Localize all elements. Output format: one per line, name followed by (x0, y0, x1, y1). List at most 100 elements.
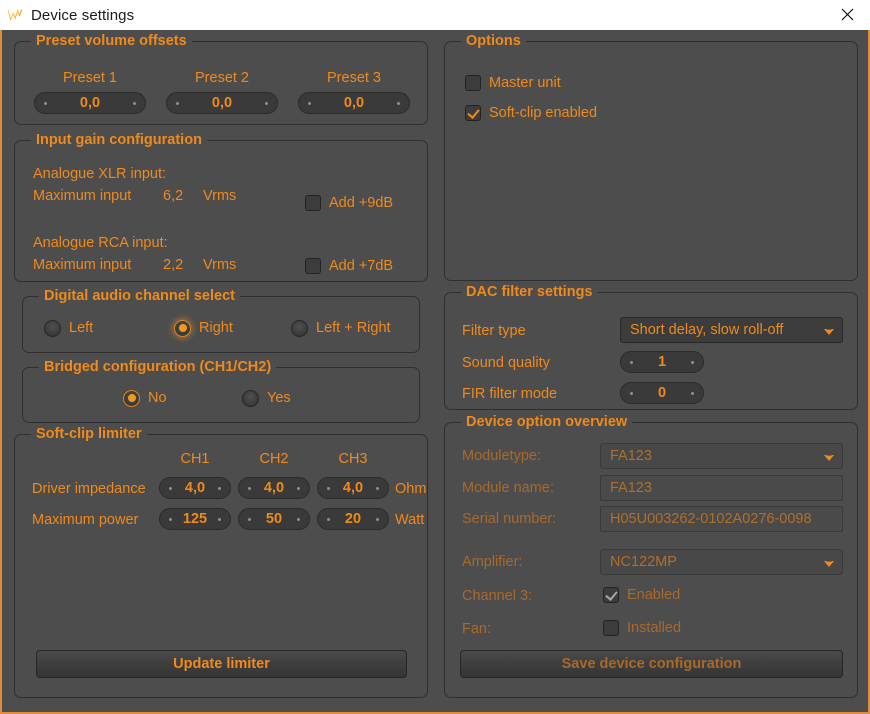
bridged-no-radio[interactable] (123, 389, 140, 407)
spin-down-icon[interactable] (248, 518, 251, 521)
fan-installed-checkbox-row[interactable]: Installed (603, 619, 681, 637)
fan-installed-label: Installed (627, 620, 682, 636)
chevron-down-icon[interactable] (822, 325, 836, 335)
fan-label: Fan: (462, 621, 492, 637)
spin-up-icon[interactable] (218, 518, 221, 521)
fir-filter-mode-spinbox[interactable]: 0 (620, 382, 704, 404)
preset-3-value: 0,0 (343, 95, 365, 111)
digital-audio-right-radio[interactable] (174, 319, 191, 337)
spin-down-icon[interactable] (308, 102, 311, 105)
driver-impedance-label: Driver impedance (32, 481, 146, 497)
radio-row-left[interactable]: Left (44, 319, 93, 337)
driver-impedance-ch1-spinbox[interactable]: 4,0 (159, 477, 231, 499)
bridged-no-label: No (148, 390, 167, 406)
window-title: Device settings (31, 6, 135, 24)
digital-audio-left-right-radio[interactable] (291, 319, 308, 337)
add-7db-checkbox-row[interactable]: Add +7dB (305, 257, 393, 275)
spin-up-icon[interactable] (376, 518, 379, 521)
spin-up-icon[interactable] (133, 102, 136, 105)
driver-impedance-ch3-spinbox[interactable]: 4,0 (317, 477, 389, 499)
save-device-configuration-button[interactable]: Save device configuration (460, 650, 843, 678)
add-7db-checkbox[interactable] (305, 258, 321, 274)
spin-down-icon[interactable] (630, 392, 633, 395)
spin-up-icon[interactable] (297, 487, 300, 490)
driver-impedance-ch3-value: 4,0 (342, 480, 364, 496)
soft-clip-enabled-label: Soft-clip enabled (489, 105, 598, 121)
spin-down-icon[interactable] (327, 487, 330, 490)
preset-2-value: 0,0 (211, 95, 233, 111)
spin-up-icon[interactable] (218, 487, 221, 490)
spin-down-icon[interactable] (630, 361, 633, 364)
module-name-field[interactable]: FA123 (600, 475, 843, 501)
sound-quality-spinbox[interactable]: 1 (620, 351, 704, 373)
digital-audio-right-label: Right (199, 320, 233, 336)
maximum-power-ch2-value: 50 (265, 511, 283, 527)
radio-row-bridged-yes[interactable]: Yes (242, 389, 291, 407)
group-legend: Device option overview (461, 413, 633, 431)
driver-impedance-ch1-value: 4,0 (184, 480, 206, 496)
driver-impedance-unit: Ohm (395, 481, 427, 497)
soft-clip-enabled-checkbox[interactable] (465, 105, 481, 121)
moduletype-combobox[interactable]: FA123 (600, 443, 843, 469)
amplifier-combobox[interactable]: NC122MP (600, 549, 843, 575)
close-button[interactable] (824, 0, 870, 29)
spin-down-icon[interactable] (169, 487, 172, 490)
group-dac-filter-settings: DAC filter settings Filter type Short de… (444, 283, 858, 410)
close-icon (841, 8, 853, 21)
preset-1-value: 0,0 (79, 95, 101, 111)
driver-impedance-ch2-spinbox[interactable]: 4,0 (238, 477, 310, 499)
spin-down-icon[interactable] (169, 518, 172, 521)
radio-row-left-plus-right[interactable]: Left + Right (291, 319, 391, 337)
ch2-header: CH2 (259, 451, 289, 467)
preset-1-spinbox[interactable]: 0,0 (34, 92, 146, 114)
radio-row-bridged-no[interactable]: No (123, 389, 167, 407)
add-9db-checkbox[interactable] (305, 195, 321, 211)
moduletype-value: FA123 (610, 448, 652, 464)
xlr-max-input-label: Maximum input (33, 188, 132, 204)
channel3-enabled-checkbox-row[interactable]: Enabled (603, 586, 680, 604)
spin-down-icon[interactable] (176, 102, 179, 105)
spin-down-icon[interactable] (327, 518, 330, 521)
spin-up-icon[interactable] (265, 102, 268, 105)
fan-installed-checkbox[interactable] (603, 620, 619, 636)
driver-impedance-ch2-value: 4,0 (263, 480, 285, 496)
add-9db-label: Add +9dB (329, 195, 394, 211)
chevron-down-icon[interactable] (822, 451, 836, 461)
bridged-yes-radio[interactable] (242, 389, 259, 407)
filter-type-label: Filter type (462, 323, 526, 339)
digital-audio-left-radio[interactable] (44, 319, 61, 337)
group-device-option-overview: Device option overview Moduletype: FA123… (444, 413, 858, 698)
soft-clip-enabled-checkbox-row[interactable]: Soft-clip enabled (465, 104, 597, 122)
preset-3-spinbox[interactable]: 0,0 (298, 92, 410, 114)
spin-up-icon[interactable] (297, 518, 300, 521)
filter-type-combobox[interactable]: Short delay, slow roll-off (620, 317, 843, 343)
filter-type-value: Short delay, slow roll-off (630, 322, 784, 338)
ch1-header: CH1 (180, 451, 210, 467)
channel3-label: Channel 3: (462, 588, 533, 604)
maximum-power-ch1-spinbox[interactable]: 125 (159, 508, 231, 530)
channel3-enabled-checkbox[interactable] (603, 587, 619, 603)
master-unit-checkbox[interactable] (465, 75, 481, 91)
serial-number-field[interactable]: H05U003262-0102A0276-0098 (600, 506, 843, 532)
add-9db-checkbox-row[interactable]: Add +9dB (305, 194, 393, 212)
preset-2-spinbox[interactable]: 0,0 (166, 92, 278, 114)
maximum-power-ch3-spinbox[interactable]: 20 (317, 508, 389, 530)
master-unit-checkbox-row[interactable]: Master unit (465, 74, 561, 92)
spin-up-icon[interactable] (397, 102, 400, 105)
serial-number-label: Serial number: (462, 511, 557, 527)
spin-down-icon[interactable] (44, 102, 47, 105)
module-name-label: Module name: (462, 480, 554, 496)
rca-max-input-unit: Vrms (203, 257, 237, 273)
spin-down-icon[interactable] (248, 487, 251, 490)
xlr-max-input-value: 6,2 (163, 188, 184, 204)
chevron-down-icon[interactable] (822, 557, 836, 567)
moduletype-label: Moduletype: (462, 448, 541, 464)
spin-up-icon[interactable] (376, 487, 379, 490)
radio-row-right[interactable]: Right (174, 319, 233, 337)
update-limiter-label: Update limiter (173, 656, 270, 672)
spin-up-icon[interactable] (691, 361, 694, 364)
preset-3-label: Preset 3 (327, 70, 381, 86)
spin-up-icon[interactable] (691, 392, 694, 395)
maximum-power-ch2-spinbox[interactable]: 50 (238, 508, 310, 530)
update-limiter-button[interactable]: Update limiter (36, 650, 407, 678)
